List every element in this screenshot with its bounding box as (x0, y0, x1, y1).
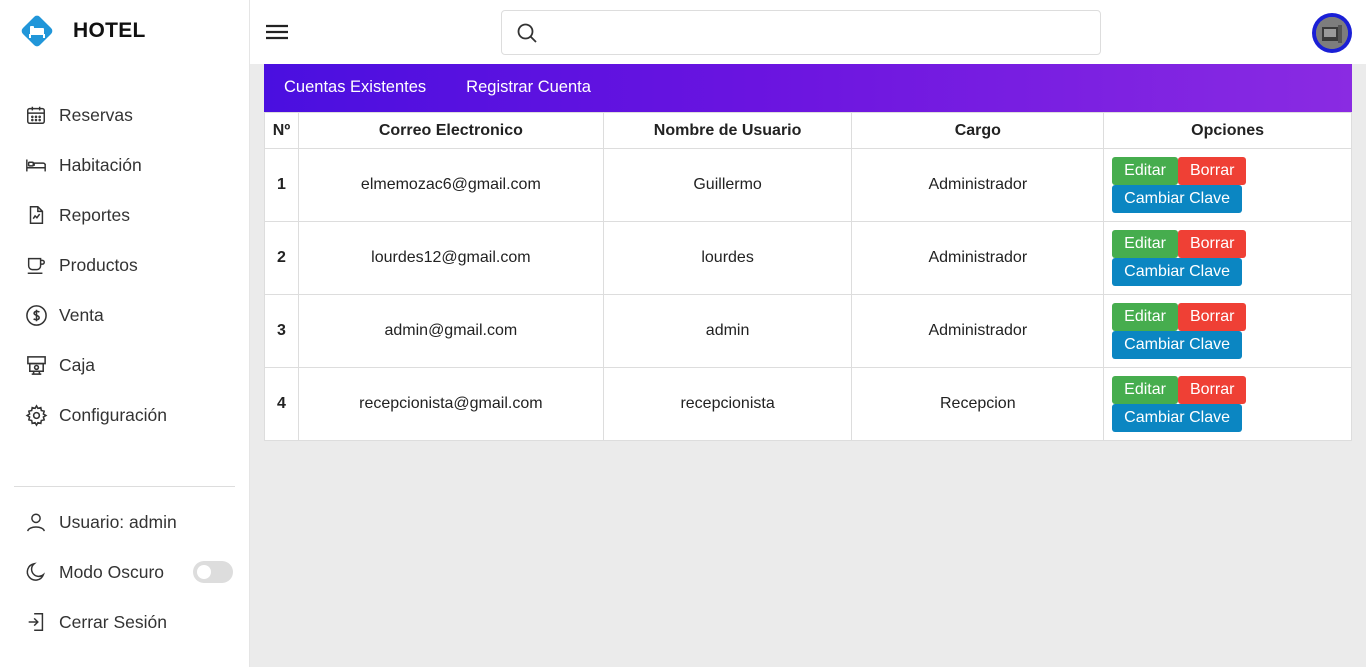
delete-button[interactable]: Borrar (1177, 303, 1247, 331)
row-email: admin@gmail.com (297, 294, 604, 368)
sidebar-item-reservas[interactable]: Reservas (0, 90, 249, 140)
row-role: Administrador (851, 148, 1105, 222)
delete-button[interactable]: Borrar (1177, 157, 1247, 185)
tab-registrar-cuenta[interactable]: Registrar Cuenta (466, 78, 591, 97)
topbar (250, 0, 1366, 64)
column-header-role: Cargo (851, 112, 1105, 149)
calendar-icon (24, 103, 48, 127)
column-header-options: Opciones (1103, 112, 1352, 149)
user-item[interactable]: Usuario: admin (0, 497, 249, 547)
row-number: 4 (264, 367, 299, 441)
sidebar-item-caja[interactable]: Caja (0, 340, 249, 390)
sidebar-item-label: Caja (59, 354, 95, 375)
row-username: admin (602, 294, 853, 368)
moon-icon (24, 560, 48, 584)
user-icon (24, 510, 48, 534)
sidebar-item-label: Reservas (59, 104, 133, 125)
search-box (501, 10, 1101, 55)
cup-icon (24, 253, 48, 277)
dark-mode-label: Modo Oscuro (59, 561, 165, 582)
brand[interactable]: HOTEL (18, 12, 146, 50)
dollar-icon (24, 303, 48, 327)
user-label: Usuario: admin (59, 511, 177, 532)
search-icon (517, 23, 537, 43)
sidebar-item-venta[interactable]: Venta (0, 290, 249, 340)
column-header-email: Correo Electronico (297, 112, 604, 149)
dark-mode-item[interactable]: Modo Oscuro (0, 547, 249, 597)
edit-button[interactable]: Editar (1112, 376, 1178, 404)
row-options: Editar Borrar Cambiar Clave (1103, 148, 1352, 222)
logout-icon (24, 610, 48, 634)
sidebar-nav: Reservas Habitación Reportes Productos V… (0, 90, 249, 440)
sidebar-item-label: Reportes (59, 204, 131, 225)
row-email: lourdes12@gmail.com (297, 221, 604, 295)
row-email: recepcionista@gmail.com (297, 367, 604, 441)
column-header-username: Nombre de Usuario (602, 112, 853, 149)
row-username: lourdes (602, 221, 853, 295)
change-password-button[interactable]: Cambiar Clave (1112, 185, 1242, 213)
accounts-tabs-bar: Cuentas Existentes Registrar Cuenta (264, 64, 1352, 112)
sidebar-item-habitacion[interactable]: Habitación (0, 140, 249, 190)
sidebar-divider (14, 486, 235, 487)
accounts-table: Nº Correo Electronico Nombre de Usuario … (264, 112, 1352, 441)
sidebar-item-reportes[interactable]: Reportes (0, 190, 249, 240)
edit-button[interactable]: Editar (1112, 230, 1178, 258)
sidebar: HOTEL Reservas Habitación Reportes Produ… (0, 0, 250, 667)
row-number: 2 (264, 221, 299, 295)
row-options: Editar Borrar Cambiar Clave (1103, 221, 1352, 295)
avatar-image (1316, 17, 1348, 49)
table-row: 4 recepcionista@gmail.com recepcionista … (264, 367, 1352, 441)
tab-cuentas-existentes[interactable]: Cuentas Existentes (284, 78, 426, 97)
sidebar-bottom: Usuario: admin Modo Oscuro Cerrar Sesión (0, 497, 249, 647)
delete-button[interactable]: Borrar (1177, 230, 1247, 258)
table-header-row: Nº Correo Electronico Nombre de Usuario … (264, 112, 1352, 149)
sidebar-item-productos[interactable]: Productos (0, 240, 249, 290)
row-username: Guillermo (602, 148, 853, 222)
edit-button[interactable]: Editar (1112, 157, 1178, 185)
hamburger-menu-icon[interactable] (264, 20, 290, 44)
toggle-knob (197, 565, 211, 579)
row-number: 1 (264, 148, 299, 222)
edit-button[interactable]: Editar (1112, 303, 1178, 331)
table-row: 3 admin@gmail.com admin Administrador Ed… (264, 294, 1352, 368)
row-role: Administrador (851, 294, 1105, 368)
change-password-button[interactable]: Cambiar Clave (1112, 331, 1242, 359)
dark-mode-toggle[interactable] (193, 561, 233, 583)
hotel-logo-icon (21, 15, 53, 47)
sidebar-item-label: Configuración (59, 404, 167, 425)
change-password-button[interactable]: Cambiar Clave (1112, 258, 1242, 286)
logout-label: Cerrar Sesión (59, 611, 167, 632)
avatar[interactable] (1312, 13, 1352, 53)
table-row: 2 lourdes12@gmail.com lourdes Administra… (264, 221, 1352, 295)
cash-register-icon (24, 353, 48, 377)
table-row: 1 elmemozac6@gmail.com Guillermo Adminis… (264, 148, 1352, 222)
change-password-button[interactable]: Cambiar Clave (1112, 404, 1242, 432)
row-role: Administrador (851, 221, 1105, 295)
row-email: elmemozac6@gmail.com (297, 148, 604, 222)
search-input[interactable] (548, 17, 1088, 49)
sidebar-item-label: Productos (59, 254, 138, 275)
row-username: recepcionista (602, 367, 853, 441)
sidebar-item-configuracion[interactable]: Configuración (0, 390, 249, 440)
sidebar-item-label: Habitación (59, 154, 142, 175)
row-options: Editar Borrar Cambiar Clave (1103, 294, 1352, 368)
column-header-number: Nº (264, 112, 299, 149)
delete-button[interactable]: Borrar (1177, 376, 1247, 404)
logout-item[interactable]: Cerrar Sesión (0, 597, 249, 647)
sidebar-item-label: Venta (59, 304, 104, 325)
report-icon (24, 203, 48, 227)
brand-title: HOTEL (73, 19, 146, 42)
bed-icon (24, 153, 48, 177)
gear-icon (24, 403, 48, 427)
row-options: Editar Borrar Cambiar Clave (1103, 367, 1352, 441)
row-number: 3 (264, 294, 299, 368)
row-role: Recepcion (851, 367, 1105, 441)
